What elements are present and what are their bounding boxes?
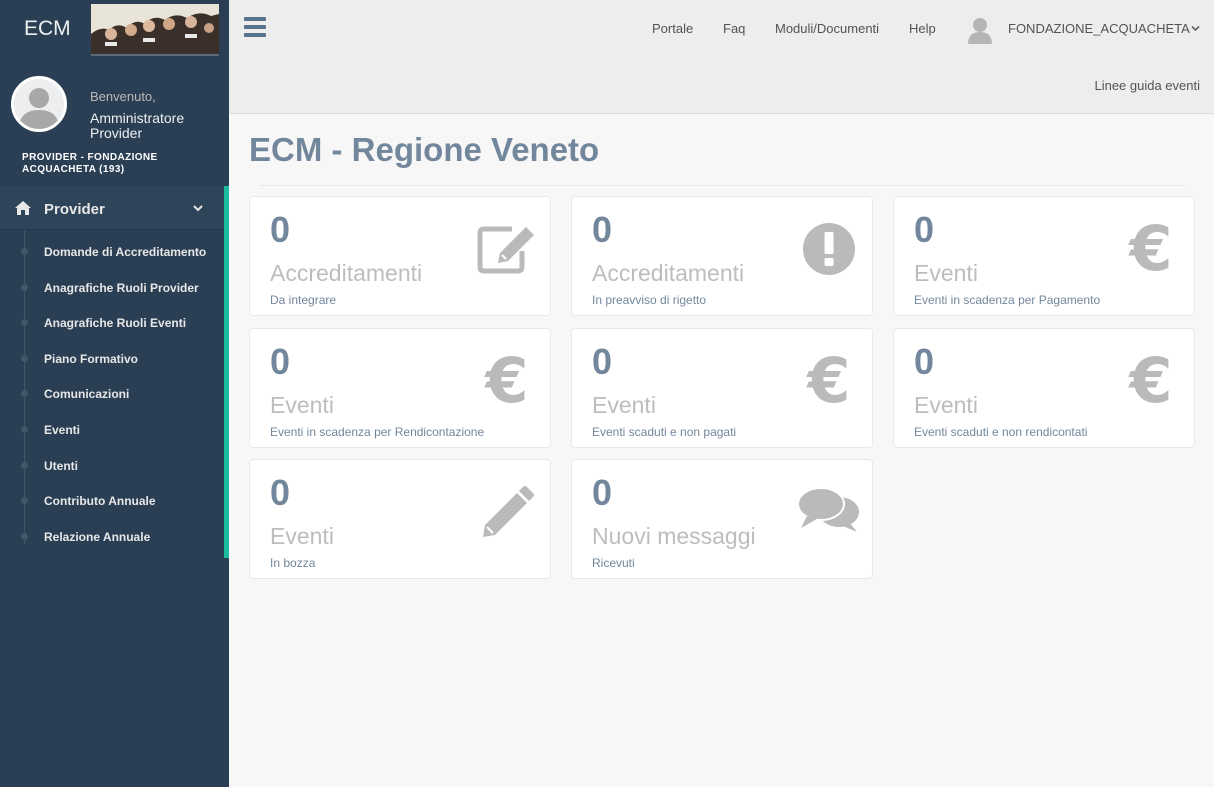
sidebar-item-label: Contributo Annuale [44, 494, 156, 509]
user-menu-name[interactable]: FONDAZIONE_ACQUACHETA [1008, 21, 1190, 36]
welcome-text: Benvenuto, [90, 89, 156, 104]
page-title: ECM - Regione Veneto [249, 131, 600, 168]
tile-title: Eventi [270, 523, 334, 549]
euro-icon: € [807, 344, 851, 417]
bullet-icon [21, 283, 28, 291]
tile-count: 0 [592, 209, 613, 250]
nav-link-help[interactable]: Help [909, 21, 936, 36]
brand-title[interactable]: ECM [24, 17, 71, 41]
nav-link-faq[interactable]: Faq [723, 21, 745, 36]
sidebar-item-domande[interactable]: Domande di Accreditamento [0, 230, 224, 266]
provider-submenu: Domande di Accreditamento Anagrafiche Ru… [0, 230, 229, 559]
sidebar-item-label: Eventi [44, 422, 81, 437]
euro-icon: € [1129, 212, 1173, 285]
tile-eventi-scadenza-pagamento[interactable]: 0 Eventi Eventi in scadenza per Pagament… [893, 196, 1195, 316]
bullet-icon [21, 248, 28, 255]
bullet-icon [21, 497, 28, 505]
tile-accreditamenti-preavviso[interactable]: 0 Accreditamenti In preavviso di rigetto [571, 196, 873, 316]
chevron-down-icon [193, 205, 203, 212]
brand[interactable]: ECM [0, 0, 229, 56]
tile-description: Eventi scaduti e non pagati [592, 425, 737, 439]
edit-icon [474, 219, 540, 279]
tile-title: Eventi [270, 392, 334, 418]
nav-link-portale[interactable]: Portale [652, 21, 693, 36]
tile-description: In bozza [270, 556, 316, 570]
tile-eventi-in-bozza[interactable]: 0 Eventi In bozza [249, 459, 551, 579]
sidebar-item-eventi[interactable]: Eventi [0, 408, 224, 444]
sidebar: ECM Benvenuto, Amministratore Provider P… [0, 0, 229, 787]
tile-title: Accreditamenti [592, 260, 745, 286]
tile-count: 0 [592, 341, 613, 382]
tile-title: Nuovi messaggi [592, 523, 756, 549]
comments-icon [796, 482, 862, 542]
tile-title: Eventi [592, 392, 656, 418]
sidebar-item-comunicazioni[interactable]: Comunicazioni [0, 372, 224, 408]
tile-title: Accreditamenti [270, 260, 423, 286]
user-placeholder-icon [19, 88, 59, 129]
guide-link[interactable]: Linee guida eventi [1094, 78, 1200, 93]
menu-provider-label: Provider [44, 201, 105, 218]
sidebar-item-label: Anagrafiche Ruoli Provider [44, 280, 199, 295]
bullet-icon [21, 354, 28, 362]
tile-count: 0 [270, 341, 291, 382]
tile-count: 0 [270, 472, 291, 513]
tile-eventi-scaduti-non-rendicontati[interactable]: 0 Eventi Eventi scaduti e non rendiconta… [893, 328, 1195, 448]
bullet-icon [21, 461, 28, 469]
sidebar-item-label: Utenti [44, 458, 78, 473]
tile-count: 0 [270, 209, 291, 250]
sidebar-item-utenti[interactable]: Utenti [0, 444, 224, 480]
tile-accreditamenti-da-integrare[interactable]: 0 Accreditamenti Da integrare [249, 196, 551, 316]
euro-icon: € [1129, 344, 1173, 417]
top-navbar: Portale Faq Moduli/Documenti Help FONDAZ… [229, 0, 1214, 114]
bullet-icon [21, 532, 28, 540]
sidebar-item-anagrafiche-provider[interactable]: Anagrafiche Ruoli Provider [0, 266, 224, 302]
profile-username: Amministratore Provider [90, 110, 185, 141]
user-profile: Benvenuto, Amministratore Provider PROVI… [0, 56, 229, 186]
tile-count: 0 [914, 341, 935, 382]
sidebar-item-relazione[interactable]: Relazione Annuale [0, 515, 224, 551]
bullet-icon [21, 425, 28, 433]
sidebar-item-label: Relazione Annuale [44, 529, 151, 544]
sidebar-menu: Provider Domande di Accreditamento Anagr… [0, 186, 229, 559]
home-icon [15, 201, 31, 215]
tile-description: Da integrare [270, 293, 337, 307]
brand-logo [91, 4, 219, 56]
exclamation-circle-icon [796, 219, 862, 279]
bullet-icon [21, 319, 28, 327]
provider-name: PROVIDER - FONDAZIONE ACQUACHETA (193) [22, 152, 158, 175]
user-avatar-icon[interactable] [968, 16, 992, 44]
tile-description: In preavviso di rigetto [592, 293, 707, 307]
sidebar-item-label: Piano Formativo [44, 351, 139, 366]
tile-count: 0 [592, 472, 613, 513]
nav-link-moduli[interactable]: Moduli/Documenti [775, 21, 879, 36]
tile-eventi-scaduti-non-pagati[interactable]: 0 Eventi Eventi scaduti e non pagati € [571, 328, 873, 448]
tile-nuovi-messaggi[interactable]: 0 Nuovi messaggi Ricevuti [571, 459, 873, 579]
profile-avatar [11, 76, 67, 132]
euro-icon: € [485, 344, 529, 417]
menu-toggle-icon[interactable] [244, 17, 266, 37]
title-divider [259, 185, 1185, 186]
tile-title: Eventi [914, 260, 978, 286]
tile-description: Eventi in scadenza per Pagamento [914, 293, 1101, 307]
sidebar-item-label: Comunicazioni [44, 387, 130, 402]
tile-title: Eventi [914, 392, 978, 418]
tile-count: 0 [914, 209, 935, 250]
pencil-icon [474, 482, 540, 542]
tile-description: Eventi in scadenza per Rendicontazione [270, 425, 485, 439]
chevron-down-icon[interactable] [1191, 24, 1200, 33]
sidebar-item-anagrafiche-eventi[interactable]: Anagrafiche Ruoli Eventi [0, 301, 224, 337]
sidebar-item-contributo[interactable]: Contributo Annuale [0, 479, 224, 515]
tile-description: Eventi scaduti e non rendicontati [914, 425, 1088, 439]
tile-description: Ricevuti [592, 556, 635, 570]
bullet-icon [21, 390, 28, 398]
menu-provider-header[interactable]: Provider [0, 186, 229, 230]
tile-eventi-scadenza-rendicontazione[interactable]: 0 Eventi Eventi in scadenza per Rendicon… [249, 328, 551, 448]
sidebar-item-label: Domande di Accreditamento [44, 245, 207, 259]
sidebar-item-piano-formativo[interactable]: Piano Formativo [0, 337, 224, 373]
sidebar-item-label: Anagrafiche Ruoli Eventi [44, 316, 187, 331]
